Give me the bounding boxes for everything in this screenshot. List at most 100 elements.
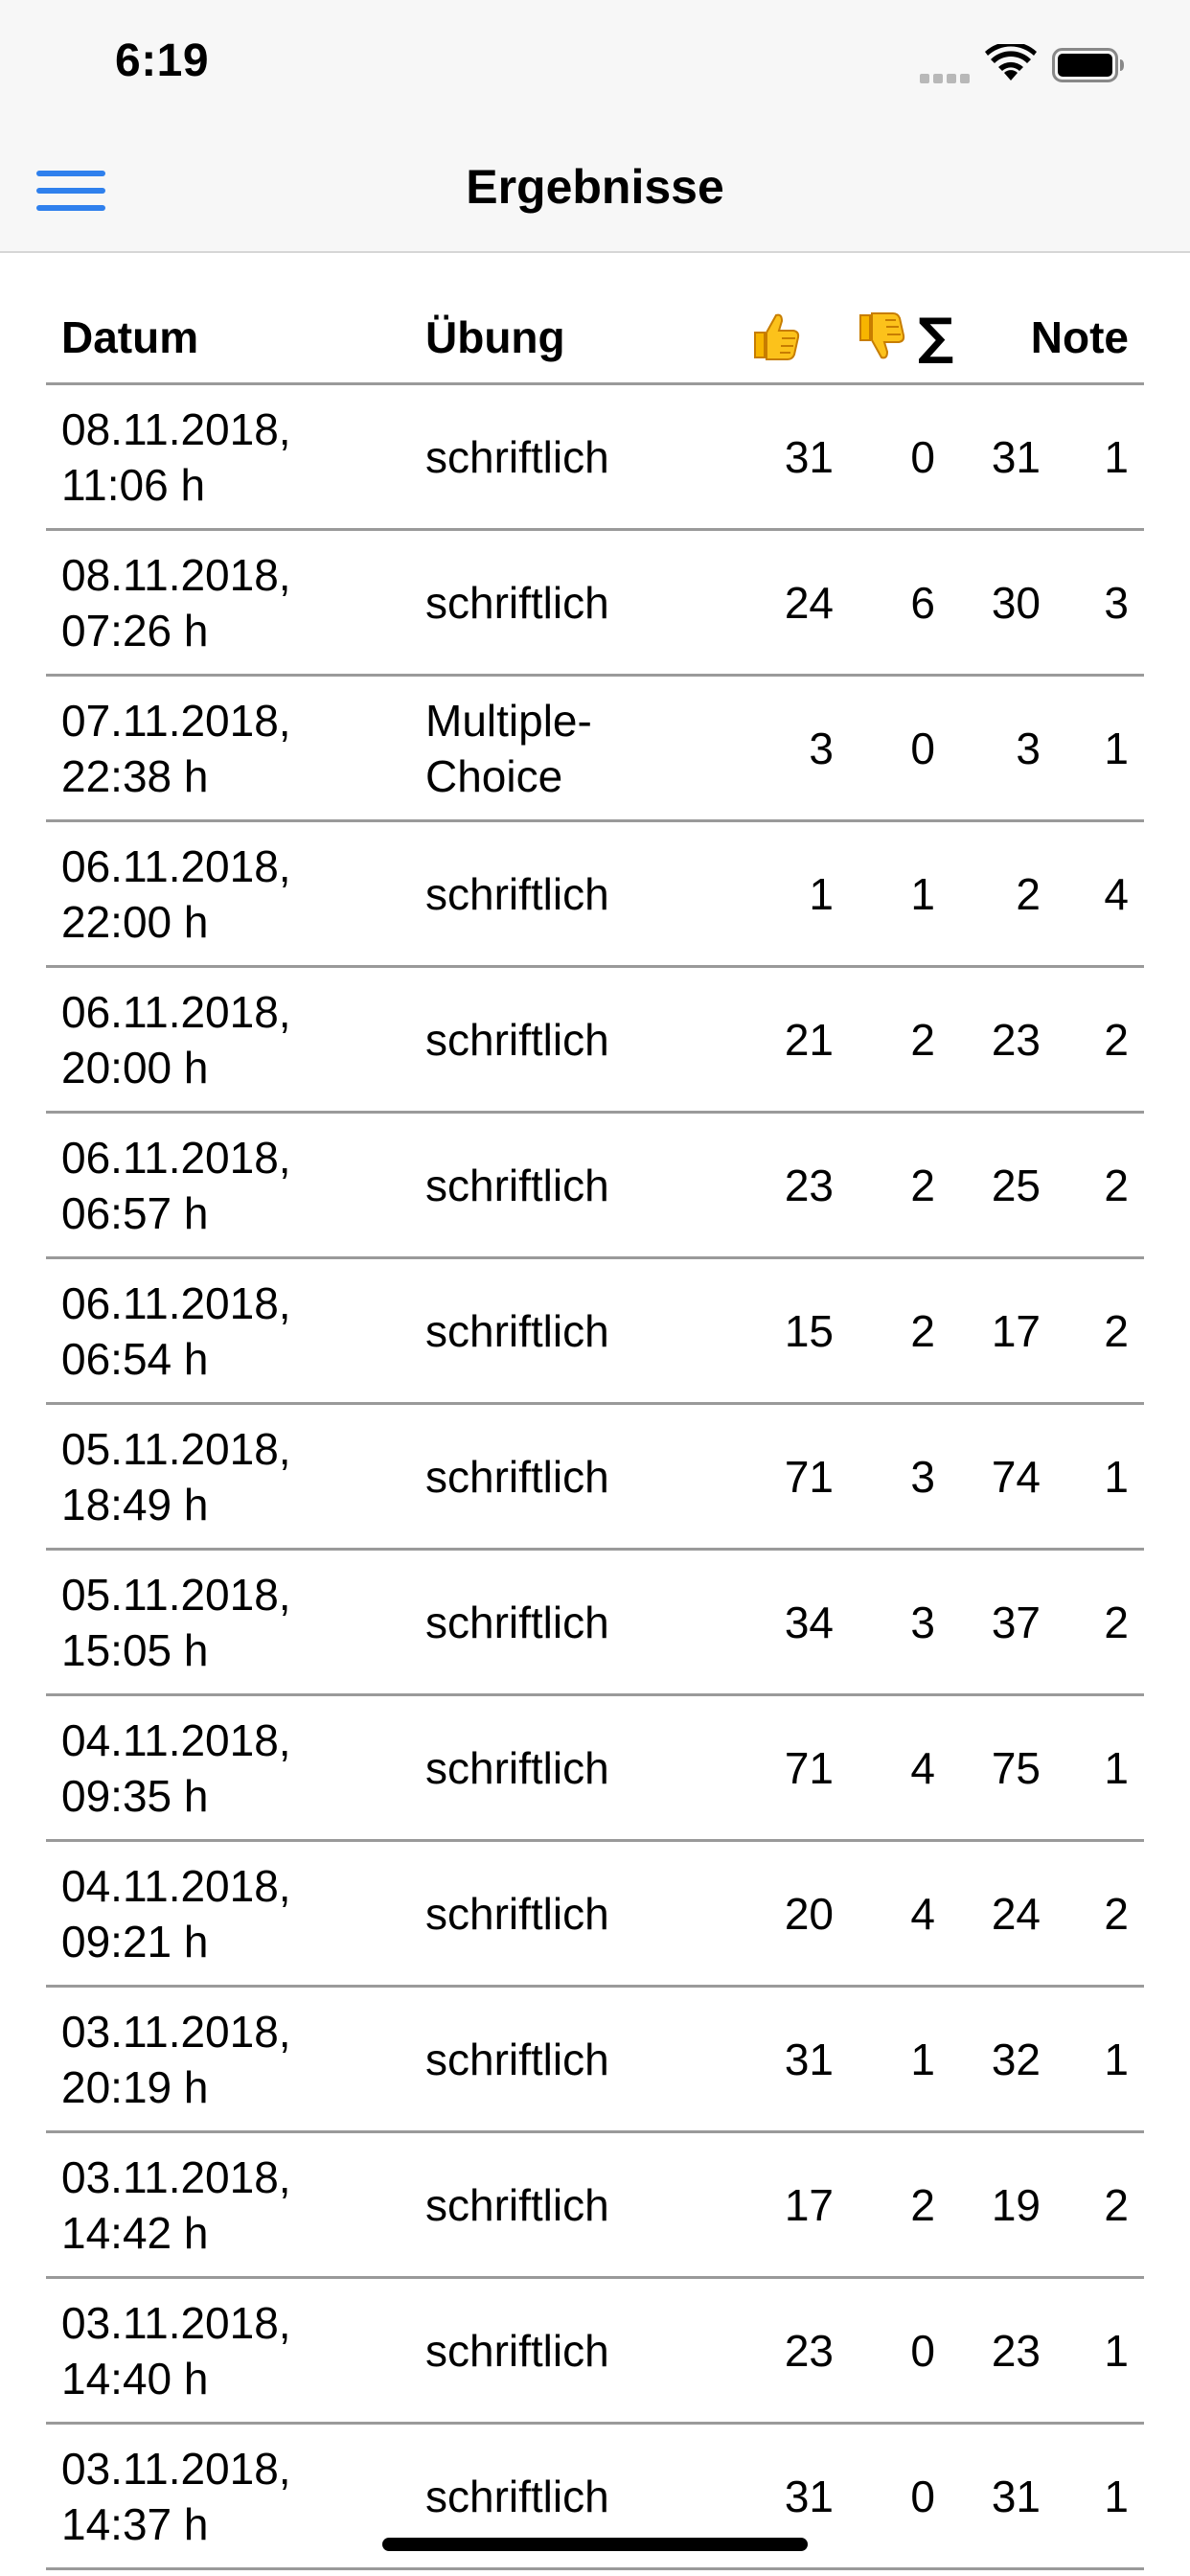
date-cell: 04.11.2018, 09:35 h — [61, 1696, 406, 1839]
sum-count: 31 — [991, 2471, 1041, 2521]
table-body: 08.11.2018, 11:06 h schriftlich 31 0 31 … — [46, 385, 1144, 2570]
grade-value: 2 — [1104, 1160, 1129, 1210]
grade-value: 1 — [1104, 2471, 1129, 2521]
sum-count: 23 — [991, 1014, 1041, 1065]
date-text: 07.11.2018, — [61, 695, 291, 746]
exercise-text: schriftlich — [425, 1014, 609, 1065]
grade-value: 1 — [1104, 431, 1129, 482]
correct-count: 24 — [784, 577, 834, 628]
date-cell: 07.11.2018, 22:38 h — [61, 677, 406, 819]
sum-count: 23 — [991, 2325, 1041, 2376]
wrong-count: 0 — [910, 723, 935, 773]
exercise-cell: schriftlich — [425, 2133, 665, 2276]
correct-count: 21 — [784, 1014, 834, 1065]
time-text: 14:40 h — [61, 2353, 209, 2404]
date-text: 04.11.2018, — [61, 1860, 291, 1911]
date-cell: 03.11.2018, 14:42 h — [61, 2133, 406, 2276]
home-indicator[interactable] — [382, 2538, 808, 2551]
exercise-cell: schriftlich — [425, 822, 665, 965]
exercise-text: Multiple- — [425, 695, 592, 746]
wrong-count: 4 — [910, 1742, 935, 1793]
table-row[interactable]: 03.11.2018, 14:42 h schriftlich 17 2 19 … — [46, 2133, 1144, 2279]
grade-value: 2 — [1104, 1305, 1129, 1356]
table-row[interactable]: 04.11.2018, 09:35 h schriftlich 71 4 75 … — [46, 1696, 1144, 1842]
exercise-text-line2: Choice — [425, 750, 563, 801]
exercise-cell: schriftlich — [425, 531, 665, 674]
table-row[interactable]: 04.11.2018, 09:21 h schriftlich 20 4 24 … — [46, 1842, 1144, 1988]
exercise-cell: schriftlich — [425, 1259, 665, 1402]
table-row[interactable]: 05.11.2018, 18:49 h schriftlich 71 3 74 … — [46, 1405, 1144, 1551]
thumbs-down-icon — [859, 312, 905, 359]
table-row[interactable]: 03.11.2018, 20:19 h schriftlich 31 1 32 … — [46, 1988, 1144, 2133]
exercise-text: schriftlich — [425, 2325, 609, 2376]
grade-value: 1 — [1104, 1742, 1129, 1793]
date-text: 08.11.2018, — [61, 549, 291, 600]
exercise-cell: schriftlich — [425, 1405, 665, 1548]
exercise-cell: schriftlich — [425, 1988, 665, 2130]
signal-icon — [920, 71, 973, 83]
exercise-text: schriftlich — [425, 577, 609, 628]
wrong-count: 3 — [910, 1451, 935, 1502]
date-text: 03.11.2018, — [61, 2297, 291, 2348]
table-row[interactable]: 06.11.2018, 20:00 h schriftlich 21 2 23 … — [46, 968, 1144, 1114]
status-bar: 6:19 — [0, 0, 1190, 126]
wrong-count: 0 — [910, 2471, 935, 2521]
table-row[interactable]: 06.11.2018, 06:57 h schriftlich 23 2 25 … — [46, 1114, 1144, 1259]
sum-count: 19 — [991, 2179, 1041, 2230]
correct-count: 1 — [809, 868, 834, 919]
date-text: 03.11.2018, — [61, 2443, 291, 2494]
table-row[interactable]: 06.11.2018, 06:54 h schriftlich 15 2 17 … — [46, 1259, 1144, 1405]
date-text: 04.11.2018, — [61, 1714, 291, 1765]
navigation-bar: Ergebnisse — [0, 126, 1190, 253]
correct-count: 31 — [784, 431, 834, 482]
exercise-text: schriftlich — [425, 431, 609, 482]
sum-count: 37 — [991, 1597, 1041, 1647]
thumbs-up-icon — [754, 313, 800, 360]
exercise-text: schriftlich — [425, 1597, 609, 1647]
date-cell: 06.11.2018, 20:00 h — [61, 968, 406, 1111]
grade-value: 1 — [1104, 2034, 1129, 2084]
correct-count: 31 — [784, 2034, 834, 2084]
table-header-row: Datum Übung ∑ Note — [46, 253, 1144, 385]
correct-count: 23 — [784, 1160, 834, 1210]
table-row[interactable]: 08.11.2018, 07:26 h schriftlich 24 6 30 … — [46, 531, 1144, 677]
exercise-cell: schriftlich — [425, 1114, 665, 1256]
sum-count: 2 — [1016, 868, 1041, 919]
sum-count: 75 — [991, 1742, 1041, 1793]
exercise-text: schriftlich — [425, 868, 609, 919]
wrong-count: 3 — [910, 1597, 935, 1647]
correct-count: 17 — [784, 2179, 834, 2230]
column-header-sum: ∑ — [918, 309, 954, 366]
correct-count: 71 — [784, 1742, 834, 1793]
exercise-cell: schriftlich — [425, 1842, 665, 1985]
wrong-count: 0 — [910, 2325, 935, 2376]
date-text: 06.11.2018, — [61, 840, 291, 891]
date-text: 05.11.2018, — [61, 1423, 291, 1474]
grade-value: 1 — [1104, 723, 1129, 773]
table-row[interactable]: 07.11.2018, 22:38 h Multiple- Choice 3 0… — [46, 677, 1144, 822]
date-cell: 03.11.2018, 14:37 h — [61, 2425, 406, 2567]
exercise-cell: schriftlich — [425, 1696, 665, 1839]
exercise-cell: schriftlich — [425, 1551, 665, 1693]
exercise-text: schriftlich — [425, 1305, 609, 1356]
exercise-text: schriftlich — [425, 2179, 609, 2230]
date-cell: 06.11.2018, 06:54 h — [61, 1259, 406, 1402]
correct-count: 34 — [784, 1597, 834, 1647]
table-row[interactable]: 06.11.2018, 22:00 h schriftlich 1 1 2 4 — [46, 822, 1144, 968]
table-row[interactable]: 05.11.2018, 15:05 h schriftlich 34 3 37 … — [46, 1551, 1144, 1696]
status-time: 6:19 — [115, 35, 210, 86]
date-cell: 06.11.2018, 22:00 h — [61, 822, 406, 965]
wifi-icon — [985, 44, 1037, 80]
page-title: Ergebnisse — [466, 160, 724, 214]
exercise-text: schriftlich — [425, 2471, 609, 2521]
correct-count: 20 — [784, 1888, 834, 1939]
grade-value: 2 — [1104, 2179, 1129, 2230]
table-row[interactable]: 08.11.2018, 11:06 h schriftlich 31 0 31 … — [46, 385, 1144, 531]
date-text: 06.11.2018, — [61, 1277, 291, 1328]
sum-count: 25 — [991, 1160, 1041, 1210]
time-text: 06:54 h — [61, 1333, 209, 1384]
wrong-count: 0 — [910, 431, 935, 482]
date-cell: 04.11.2018, 09:21 h — [61, 1842, 406, 1985]
time-text: 22:38 h — [61, 750, 209, 801]
table-row[interactable]: 03.11.2018, 14:40 h schriftlich 23 0 23 … — [46, 2279, 1144, 2425]
